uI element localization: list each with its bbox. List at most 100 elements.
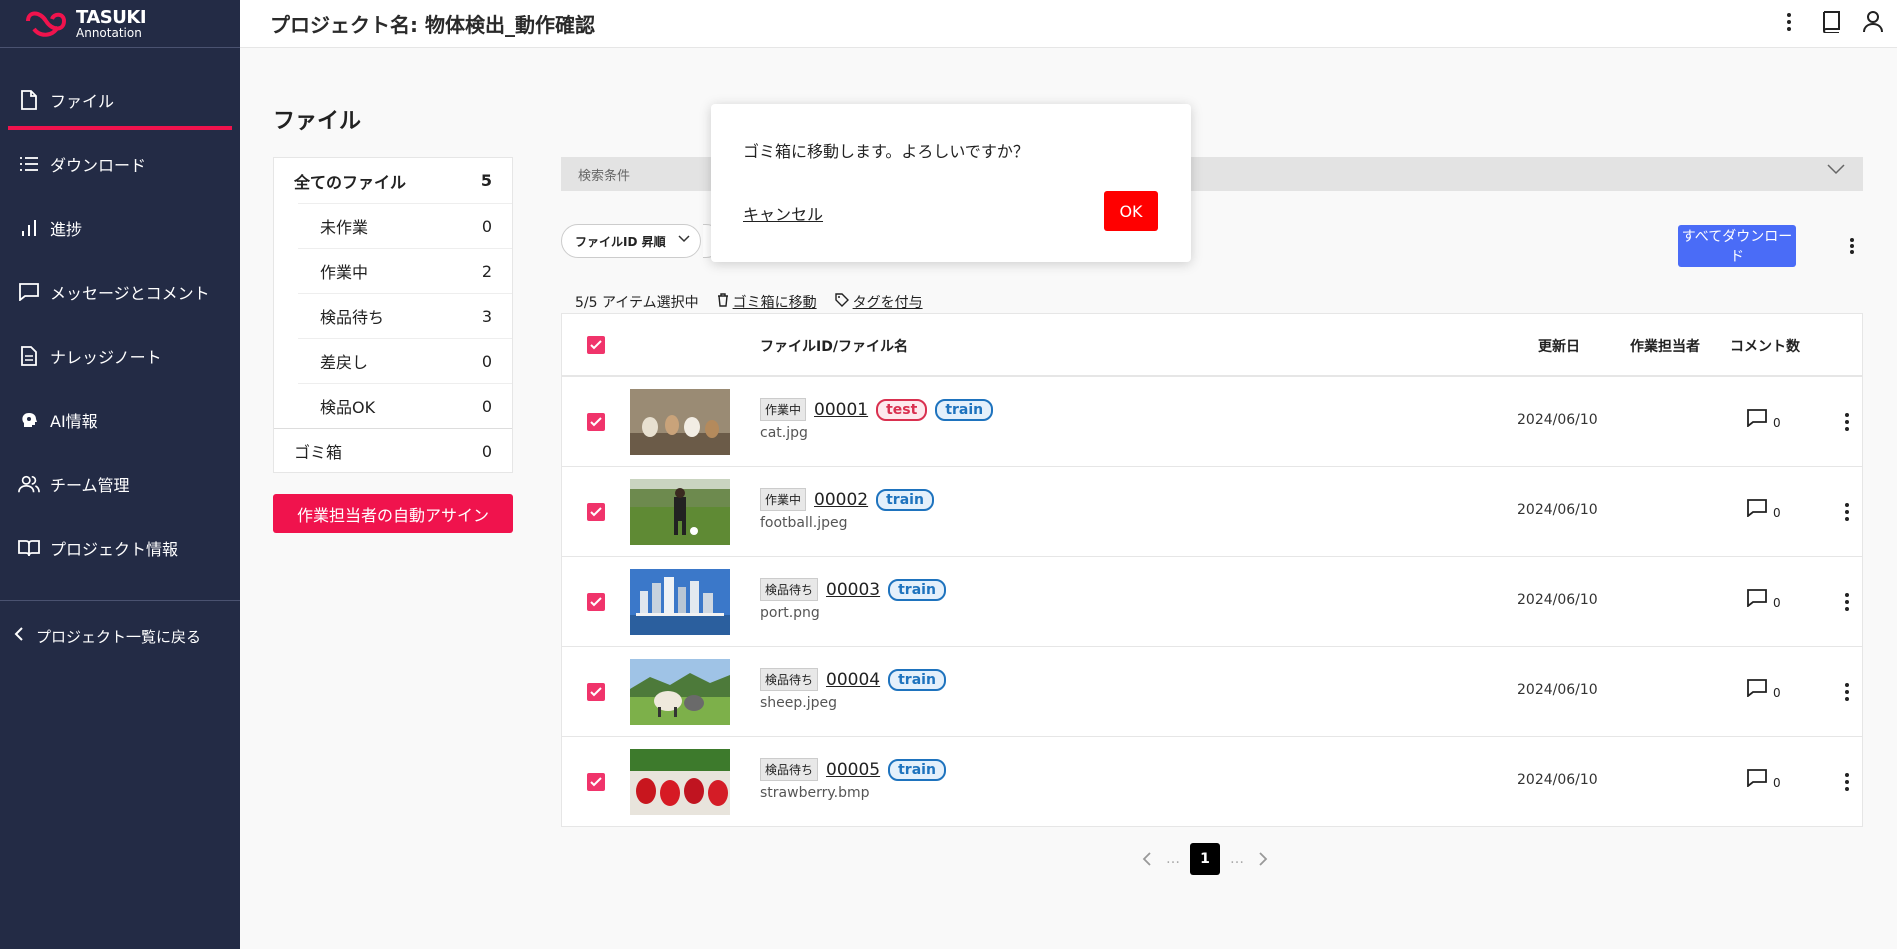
- comment-icon: [1747, 499, 1767, 520]
- filter-label: 全てのファイル: [294, 172, 407, 192]
- file-icon: [18, 89, 40, 111]
- comment-icon: [1747, 679, 1767, 700]
- updated-date: 2024/06/10: [1517, 772, 1598, 788]
- table-row[interactable]: 検品待ち 00004 train sheep.jpeg 2024/06/10 0: [562, 647, 1862, 737]
- next-page-icon[interactable]: [1254, 851, 1272, 867]
- filter-count: 5: [480, 171, 492, 190]
- comment-count[interactable]: 0: [1747, 499, 1781, 520]
- more-vertical-icon[interactable]: [1837, 589, 1857, 615]
- comment-count-value: 0: [1773, 776, 1781, 790]
- move-to-trash-action[interactable]: ゴミ箱に移動: [717, 292, 817, 312]
- file-id-link[interactable]: 00003: [826, 580, 880, 600]
- logo[interactable]: TASUKI Annotation: [0, 0, 240, 48]
- sidebar-item-download[interactable]: ダウンロード: [0, 132, 240, 196]
- status-badge: 作業中: [760, 488, 807, 511]
- thumbnail-strawberry[interactable]: [630, 749, 730, 815]
- header-assignee: 作業担当者: [1630, 339, 1700, 355]
- more-vertical-icon[interactable]: [1837, 409, 1857, 435]
- row-checkbox[interactable]: [587, 683, 605, 701]
- select-all-checkbox[interactable]: [587, 336, 605, 354]
- thumbnail-sheep[interactable]: [630, 659, 730, 725]
- thumbnail-port[interactable]: [630, 569, 730, 635]
- filter-count: 0: [481, 396, 492, 416]
- pagination: … 1 …: [1138, 843, 1272, 875]
- filter-not-started[interactable]: 未作業 0: [298, 203, 512, 248]
- sort-order-select[interactable]: ファイルID 昇順: [561, 224, 701, 258]
- sidebar-item-file[interactable]: ファイル: [0, 68, 240, 132]
- filter-review-ok[interactable]: 検品OK 0: [298, 383, 512, 428]
- row-checkbox[interactable]: [587, 593, 605, 611]
- cancel-button[interactable]: キャンセル: [743, 201, 823, 225]
- sidebar-item-team[interactable]: チーム管理: [0, 452, 240, 516]
- dialog-message: ゴミ箱に移動します。よろしいですか？: [743, 142, 1029, 161]
- table-row[interactable]: 検品待ち 00003 train port.png 2024/06/10 0: [562, 557, 1862, 647]
- pager-ellipsis: …: [1166, 851, 1180, 867]
- page-title: ファイル: [273, 109, 362, 134]
- table-row[interactable]: 作業中 00001 test train cat.jpg 2024/06/10 …: [562, 377, 1862, 467]
- sidebar-item-label: メッセージとコメント: [50, 284, 210, 303]
- back-to-projects-link[interactable]: プロジェクト一覧に戻る: [0, 601, 240, 671]
- status-filter-panel: 全てのファイル 5 未作業 0 作業中 2 検品待ち 3 差戻し 0 検品OK …: [273, 157, 513, 473]
- sidebar-item-messages[interactable]: メッセージとコメント: [0, 260, 240, 324]
- row-checkbox[interactable]: [587, 503, 605, 521]
- status-badge: 検品待ち: [760, 668, 819, 691]
- comment-count[interactable]: 0: [1747, 769, 1781, 790]
- filter-count: 2: [481, 261, 492, 281]
- tasuki-logo-icon: [26, 11, 67, 37]
- move-to-trash-label: ゴミ箱に移動: [732, 295, 817, 311]
- tag-badge: train: [888, 668, 946, 691]
- table-row[interactable]: 検品待ち 00005 train strawberry.bmp 2024/06/…: [562, 737, 1862, 827]
- sidebar-item-knowledge[interactable]: ナレッジノート: [0, 324, 240, 388]
- more-vertical-icon[interactable]: [1837, 499, 1857, 525]
- filter-label: 検品待ち: [320, 308, 385, 327]
- status-badge: 検品待ち: [760, 578, 819, 601]
- download-all-button[interactable]: すべてダウンロード: [1678, 225, 1796, 267]
- team-icon: [18, 473, 40, 495]
- comment-count-value: 0: [1773, 416, 1781, 430]
- comment-count[interactable]: 0: [1747, 589, 1781, 610]
- filter-in-progress[interactable]: 作業中 2: [298, 248, 512, 293]
- table-row[interactable]: 作業中 00002 train football.jpeg 2024/06/10…: [562, 467, 1862, 557]
- comment-icon: [1747, 769, 1767, 790]
- file-id-link[interactable]: 00001: [814, 400, 868, 420]
- file-id-link[interactable]: 00004: [826, 670, 880, 690]
- sidebar-item-progress[interactable]: 進捗: [0, 196, 240, 260]
- sidebar-item-label: プロジェクト情報: [50, 540, 179, 559]
- add-tag-action[interactable]: タグを付与: [834, 292, 923, 312]
- filter-awaiting-review[interactable]: 検品待ち 3: [298, 293, 512, 338]
- auto-assign-button[interactable]: 作業担当者の自動アサイン: [273, 494, 513, 533]
- sidebar-item-label: チーム管理: [50, 476, 130, 495]
- row-checkbox[interactable]: [587, 773, 605, 791]
- page-number-current[interactable]: 1: [1190, 843, 1220, 875]
- thumbnail-football[interactable]: [630, 479, 730, 545]
- file-id-link[interactable]: 00005: [826, 760, 880, 780]
- tag-badge: train: [935, 398, 994, 421]
- sidebar-nav: ファイル ダウンロード 進捗 メッセージとコメント ナレッジノート AI情報 チ…: [0, 68, 240, 580]
- filter-label: 作業中: [320, 263, 369, 282]
- file-id-link[interactable]: 00002: [814, 490, 868, 510]
- filter-returned[interactable]: 差戻し 0: [298, 338, 512, 383]
- filter-all-files[interactable]: 全てのファイル 5: [274, 158, 512, 203]
- prev-page-icon[interactable]: [1138, 851, 1156, 867]
- comment-count[interactable]: 0: [1747, 679, 1781, 700]
- message-icon: [18, 281, 40, 303]
- status-badge: 作業中: [760, 398, 807, 421]
- table-header: ファイルID/ファイル名 更新日 作業担当者 コメント数: [562, 314, 1862, 377]
- more-vertical-icon[interactable]: [1842, 232, 1862, 260]
- ok-button[interactable]: OK: [1104, 191, 1158, 231]
- sidebar-item-ai[interactable]: AI情報: [0, 388, 240, 452]
- more-vertical-icon[interactable]: [1837, 679, 1857, 705]
- comment-count-value: 0: [1773, 596, 1781, 610]
- file-table: ファイルID/ファイル名 更新日 作業担当者 コメント数 作業中 00001 t…: [561, 313, 1863, 827]
- pager-ellipsis: …: [1230, 851, 1244, 867]
- filter-trash[interactable]: ゴミ箱 0: [274, 428, 512, 473]
- row-checkbox[interactable]: [587, 413, 605, 431]
- thumbnail-cats[interactable]: [630, 389, 730, 455]
- sidebar-item-project-info[interactable]: プロジェクト情報: [0, 516, 240, 580]
- more-vertical-icon[interactable]: [1775, 8, 1803, 36]
- sidebar-item-label: 進捗: [50, 220, 83, 239]
- user-account-icon[interactable]: [1859, 8, 1887, 36]
- manual-book-icon[interactable]: [1817, 8, 1845, 36]
- comment-count[interactable]: 0: [1747, 409, 1781, 430]
- more-vertical-icon[interactable]: [1837, 769, 1857, 795]
